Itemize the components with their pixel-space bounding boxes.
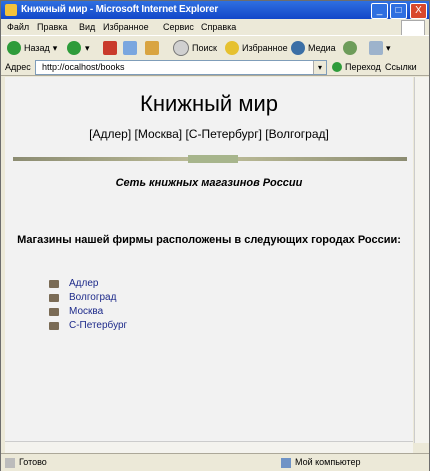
city-link-volgograd[interactable]: Волгоград: [69, 291, 116, 305]
refresh-button[interactable]: [123, 40, 140, 56]
menu-favorites[interactable]: Избранное: [103, 19, 149, 35]
back-button[interactable]: Назад ▾: [7, 40, 57, 56]
page-icon: [5, 457, 15, 468]
ie-app-icon: [5, 4, 17, 16]
media-icon: [291, 41, 305, 55]
book-bullet-icon: [49, 308, 59, 316]
list-item: С-Петербург: [49, 319, 127, 333]
city-link-spb[interactable]: С-Петербург: [69, 319, 127, 333]
list-item: Волгоград: [49, 291, 127, 305]
list-item: Адлер: [49, 277, 127, 291]
status-bar: Готово Мой компьютер: [1, 453, 429, 471]
status-ready: Готово: [5, 454, 47, 471]
media-button[interactable]: Медиа: [291, 40, 336, 56]
city-link-moscow[interactable]: Москва: [69, 305, 103, 319]
title-bar: Книжный мир - Microsoft Internet Explore…: [1, 1, 429, 19]
book-bullet-icon: [49, 280, 59, 288]
menu-tools[interactable]: Сервис: [163, 19, 194, 35]
close-button[interactable]: X: [410, 3, 427, 19]
page-title: Книжный мир: [140, 91, 278, 116]
search-icon: [173, 40, 189, 56]
go-button[interactable]: Переход: [332, 59, 381, 75]
address-dropdown-icon[interactable]: ▾: [313, 61, 326, 74]
go-button-label: Переход: [345, 62, 381, 72]
go-arrow-icon: [332, 62, 342, 72]
search-button-label: Поиск: [192, 43, 217, 53]
windows-logo-icon: [401, 20, 425, 36]
back-button-label: Назад: [24, 43, 50, 53]
browser-window: Книжный мир - Microsoft Internet Explore…: [0, 0, 430, 471]
lead-text: Магазины нашей фирмы расположены в следу…: [17, 234, 401, 246]
tagline: Сеть книжных магазинов России: [115, 177, 303, 189]
forward-arrow-icon: [67, 41, 81, 55]
address-label: Адрес: [5, 62, 31, 72]
zone-indicator: Мой компьютер: [281, 454, 361, 471]
search-button[interactable]: Поиск: [173, 40, 217, 56]
toolbar: Назад ▾ ▾ Поиск Избранное Медиа ▾: [1, 35, 429, 61]
book-bullet-icon: [49, 294, 59, 302]
vertical-scrollbar[interactable]: [414, 77, 429, 443]
refresh-icon: [123, 41, 137, 55]
back-arrow-icon: [7, 41, 21, 55]
stop-icon: [103, 41, 117, 55]
home-button[interactable]: [145, 40, 162, 56]
forward-button[interactable]: ▾: [67, 40, 90, 56]
menu-edit[interactable]: Правка: [37, 19, 67, 35]
page-content: Книжный мир [Адлер] [Москва] [С-Петербур…: [5, 77, 413, 443]
list-item: Москва: [49, 305, 127, 319]
stop-button[interactable]: [103, 40, 120, 56]
history-button[interactable]: [343, 40, 360, 56]
links-button[interactable]: Ссылки: [385, 59, 417, 75]
divider: [13, 155, 407, 163]
status-text: Готово: [19, 457, 47, 467]
menu-help[interactable]: Справка: [201, 19, 236, 35]
address-value: http://ocalhost/books: [42, 62, 125, 72]
window-title: Книжный мир - Microsoft Internet Explore…: [21, 4, 219, 15]
minimize-button[interactable]: _: [371, 3, 388, 19]
menu-file[interactable]: Файл: [7, 19, 29, 35]
menu-bar: Файл Правка Вид Избранное Сервис Справка: [1, 19, 429, 36]
menu-view[interactable]: Вид: [79, 19, 95, 35]
address-input[interactable]: http://ocalhost/books ▾: [35, 60, 327, 75]
address-bar: Адрес http://ocalhost/books ▾ Переход Сс…: [1, 59, 429, 76]
zone-text: Мой компьютер: [295, 457, 361, 467]
home-icon: [145, 41, 159, 55]
favorites-button[interactable]: Избранное: [225, 40, 288, 56]
favorites-button-label: Избранное: [242, 43, 288, 53]
mail-icon: [369, 41, 383, 55]
city-link-adler[interactable]: Адлер: [69, 277, 98, 291]
cities-nav[interactable]: [Адлер] [Москва] [С-Петербург] [Волгогра…: [5, 127, 413, 141]
book-bullet-icon: [49, 322, 59, 330]
mail-button[interactable]: ▾: [369, 40, 391, 56]
maximize-button[interactable]: □: [390, 3, 407, 19]
media-button-label: Медиа: [308, 43, 336, 53]
city-list: Адлер Волгоград Москва С-Петербург: [49, 277, 127, 333]
computer-icon: [281, 457, 291, 468]
history-icon: [343, 41, 357, 55]
star-icon: [225, 41, 239, 55]
